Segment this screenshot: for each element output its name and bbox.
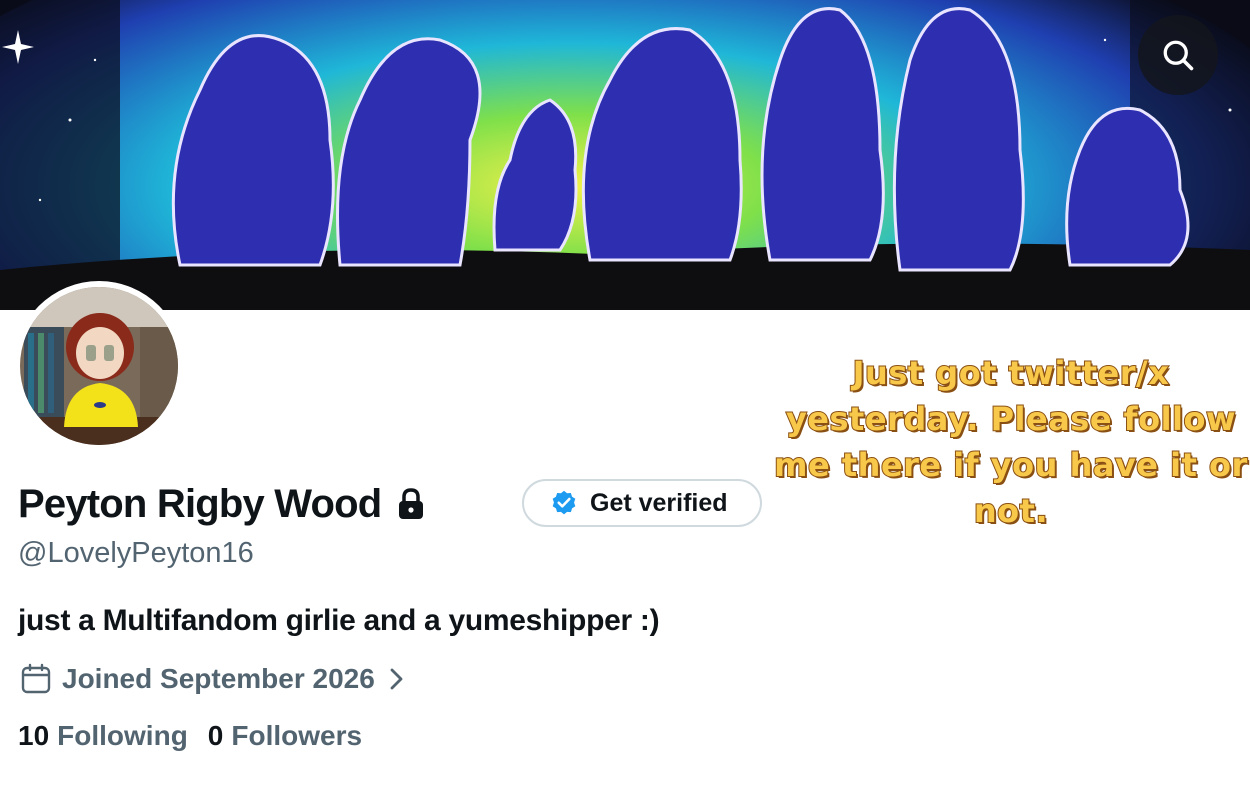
overlay-caption: Just got twitter/x yesterday. Please fol… <box>773 353 1248 531</box>
user-handle: @LovelyPeyton16 <box>18 537 254 569</box>
avatar-image <box>20 287 178 445</box>
joined-date-row[interactable]: Joined September 2026 <box>20 660 407 698</box>
profile-banner <box>0 0 1250 310</box>
banner-artwork <box>0 0 1250 310</box>
avatar[interactable] <box>14 281 184 451</box>
lock-icon <box>397 486 427 522</box>
profile-bio: just a Multifandom girlie and a yumeship… <box>18 604 660 637</box>
follow-stats: 10 Following 0 Followers <box>18 720 382 752</box>
calendar-icon <box>21 663 51 694</box>
followers-count: 0 <box>207 720 224 751</box>
followers-link[interactable]: 0 Followers <box>208 720 362 752</box>
get-verified-button[interactable]: Get verified <box>522 479 762 527</box>
get-verified-label: Get verified <box>590 488 728 517</box>
following-label: Following <box>57 720 188 751</box>
search-button[interactable] <box>1138 15 1218 95</box>
joined-date: Joined September 2026 <box>62 663 375 694</box>
verified-badge-icon <box>552 490 576 515</box>
display-name: Peyton Rigby Wood <box>18 481 382 526</box>
search-icon <box>1163 40 1194 71</box>
following-count: 10 <box>18 720 50 751</box>
chevron-right-icon <box>390 668 403 690</box>
following-link[interactable]: 10 Following <box>18 720 188 752</box>
name-row: Peyton Rigby Wood <box>18 478 427 530</box>
followers-label: Followers <box>231 720 363 751</box>
